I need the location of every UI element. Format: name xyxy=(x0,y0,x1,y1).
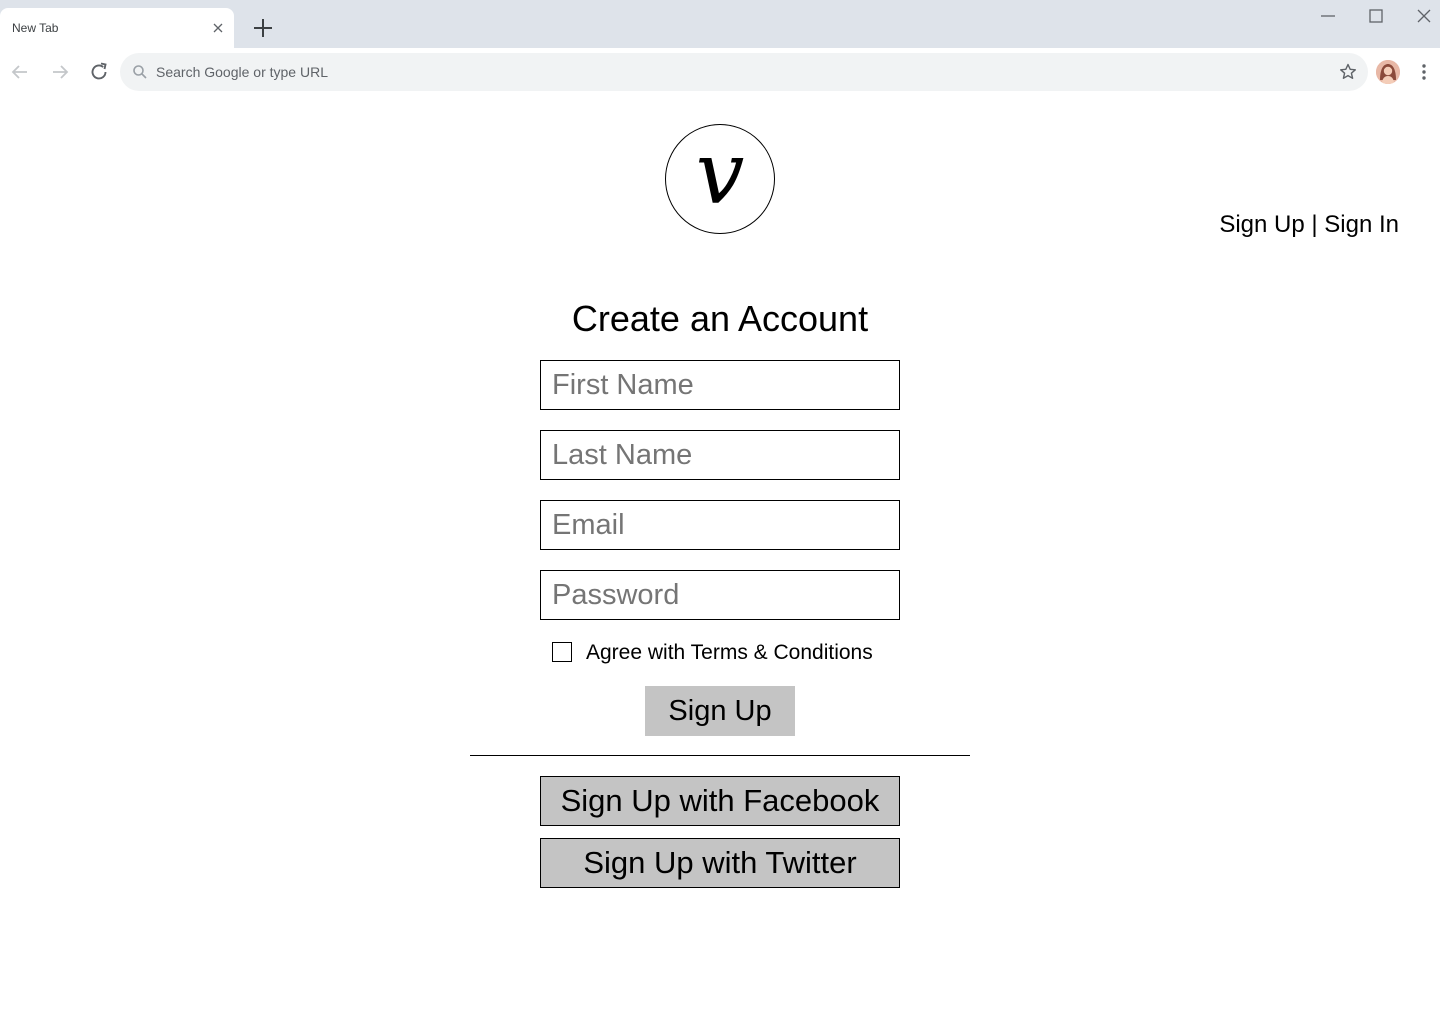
link-separator: | xyxy=(1311,211,1318,238)
maximize-icon[interactable] xyxy=(1364,4,1388,28)
minimize-icon[interactable] xyxy=(1316,4,1340,28)
close-window-icon[interactable] xyxy=(1412,4,1436,28)
site-logo: V xyxy=(665,124,775,234)
header-signin-link[interactable]: Sign In xyxy=(1324,211,1399,238)
tab-strip: New Tab xyxy=(0,0,1440,48)
first-name-field[interactable] xyxy=(540,360,900,410)
back-icon[interactable] xyxy=(8,60,32,84)
twitter-signup-button[interactable]: Sign Up with Twitter xyxy=(540,838,900,888)
page-title: Create an Account xyxy=(571,298,869,339)
address-bar[interactable]: Search Google or type URL xyxy=(120,53,1368,91)
avatar-icon xyxy=(1376,60,1400,84)
header-signup-link[interactable]: Sign Up xyxy=(1219,211,1304,238)
tab-new-tab[interactable]: New Tab xyxy=(0,8,234,48)
last-name-field[interactable] xyxy=(540,430,900,480)
password-field[interactable] xyxy=(540,570,900,620)
email-field[interactable] xyxy=(540,500,900,550)
reload-icon[interactable] xyxy=(87,60,111,84)
logo-letter: V xyxy=(695,124,745,224)
kebab-menu-icon[interactable] xyxy=(1414,60,1434,84)
terms-label: Agree with Terms & Conditions xyxy=(586,641,873,664)
tab-title: New Tab xyxy=(12,21,59,35)
divider xyxy=(470,755,970,756)
plus-icon[interactable] xyxy=(250,15,276,41)
bookmark-star-icon[interactable] xyxy=(1338,62,1358,82)
browser-toolbar: Search Google or type URL xyxy=(0,48,1440,96)
close-icon[interactable] xyxy=(210,20,226,36)
profile-avatar[interactable] xyxy=(1376,60,1400,84)
forward-icon[interactable] xyxy=(48,60,72,84)
search-icon xyxy=(133,65,147,79)
auth-links: Sign Up | Sign In xyxy=(1219,211,1399,239)
signup-button[interactable]: Sign Up xyxy=(645,686,795,736)
address-bar-placeholder: Search Google or type URL xyxy=(156,64,328,80)
terms-checkbox[interactable] xyxy=(552,642,572,662)
facebook-signup-button[interactable]: Sign Up with Facebook xyxy=(540,776,900,826)
